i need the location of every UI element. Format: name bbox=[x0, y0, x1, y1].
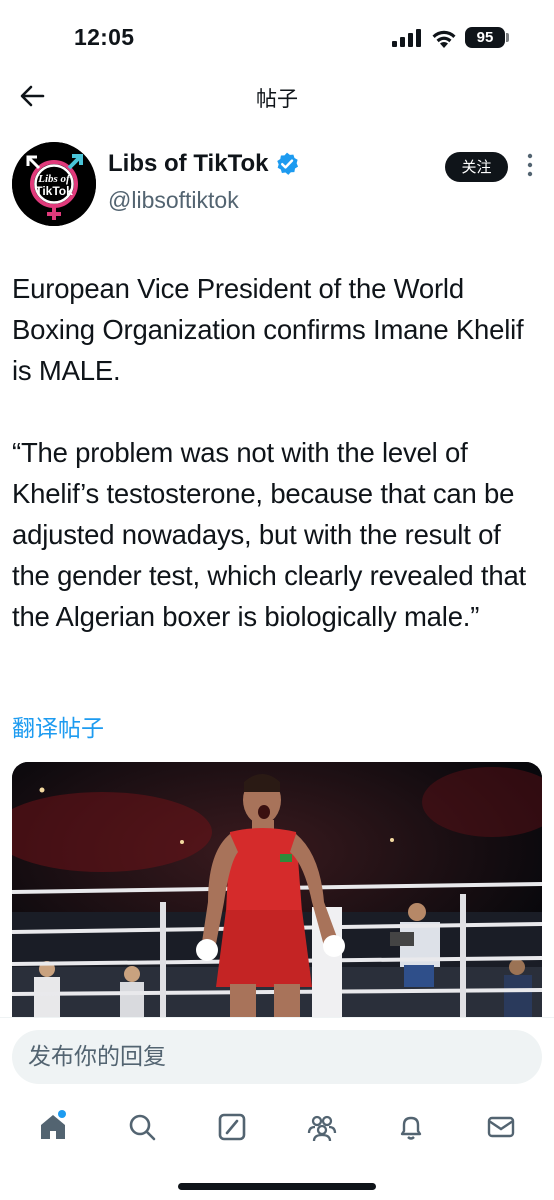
avatar[interactable]: Libs of TikTok bbox=[12, 142, 96, 226]
post-paragraph: “The problem was not with the level of K… bbox=[12, 437, 526, 632]
nav-header: 帖子 bbox=[0, 70, 554, 126]
author-handle[interactable]: @libsoftiktok bbox=[108, 187, 239, 214]
signal-icon bbox=[392, 29, 421, 47]
grok-icon bbox=[218, 1113, 246, 1141]
post-image[interactable] bbox=[12, 762, 542, 1017]
tab-bar bbox=[0, 1097, 554, 1157]
communities-icon bbox=[307, 1115, 336, 1142]
tab-communities[interactable] bbox=[292, 1102, 352, 1152]
battery-icon: 95 bbox=[465, 27, 505, 48]
follow-button[interactable]: 关注 bbox=[445, 152, 508, 182]
author-name[interactable]: Libs of TikTok bbox=[108, 150, 300, 178]
notification-dot bbox=[57, 1110, 66, 1118]
tab-notifications[interactable] bbox=[381, 1102, 441, 1152]
post-text: European Vice President of the World Box… bbox=[12, 268, 542, 637]
tab-home[interactable] bbox=[23, 1102, 83, 1152]
wifi-icon bbox=[432, 30, 456, 48]
reply-input[interactable]: 发布你的回复 bbox=[12, 1030, 542, 1084]
tab-grok[interactable] bbox=[202, 1102, 262, 1152]
verified-badge-icon bbox=[277, 152, 299, 175]
tab-messages[interactable] bbox=[471, 1102, 531, 1152]
status-time: 12:05 bbox=[74, 24, 135, 50]
home-indicator bbox=[178, 1183, 376, 1190]
tab-search[interactable] bbox=[112, 1102, 172, 1152]
more-vertical-icon[interactable] bbox=[517, 152, 543, 178]
translate-post-link[interactable]: 翻译帖子 bbox=[12, 709, 104, 743]
search-icon bbox=[130, 1114, 156, 1141]
page-title: 帖子 bbox=[256, 87, 298, 111]
boxing-photo bbox=[12, 762, 542, 1017]
reply-bar: 发布你的回复 bbox=[0, 1017, 554, 1097]
status-bar: 12:05 95 bbox=[0, 0, 554, 70]
post-paragraph: European Vice President of the World Box… bbox=[12, 273, 524, 386]
svg-text:TikTok: TikTok bbox=[35, 184, 73, 198]
libs-of-tiktok-logo: Libs of TikTok bbox=[12, 142, 96, 226]
messages-icon bbox=[487, 1116, 515, 1138]
notifications-icon bbox=[401, 1116, 422, 1140]
battery-tip bbox=[506, 33, 509, 42]
author-name-text: Libs of TikTok bbox=[108, 150, 269, 177]
